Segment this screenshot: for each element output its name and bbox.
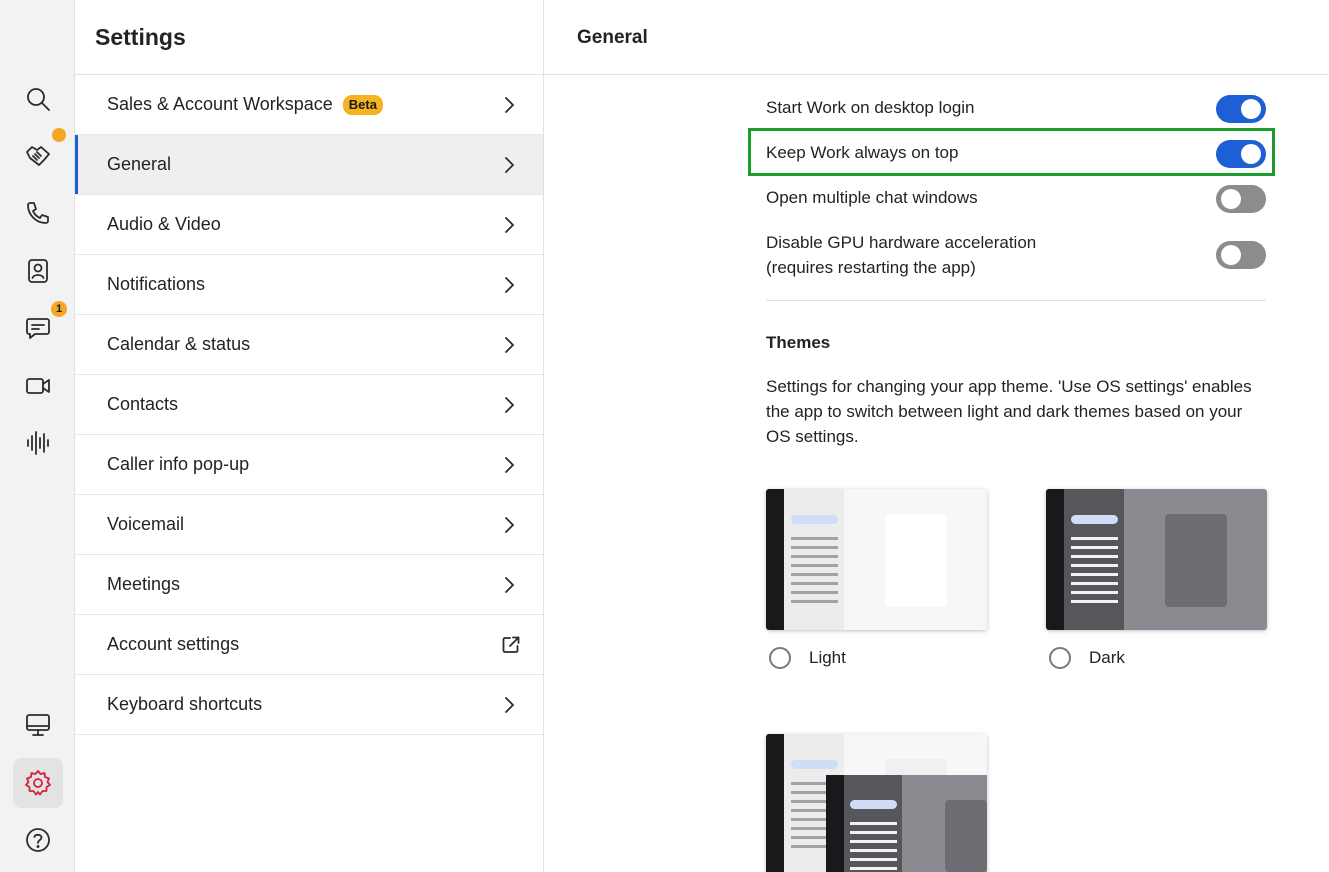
chat-unread-badge: 1 — [49, 299, 69, 319]
start-on-login-toggle[interactable] — [1216, 95, 1266, 123]
dark-theme-illustration — [1046, 489, 1267, 630]
nav-item-meetings[interactable]: Meetings — [75, 555, 543, 615]
dark-theme-radio[interactable] — [1049, 647, 1071, 669]
option-label: Start Work on desktop login — [766, 98, 975, 117]
app-rail: 1 — [0, 0, 75, 872]
light-theme-preview[interactable] — [766, 489, 987, 630]
desktop-button[interactable] — [13, 700, 63, 750]
settings-button[interactable] — [13, 758, 63, 808]
nav-item-caller-info-popup[interactable]: Caller info pop-up — [75, 435, 543, 495]
nav-item-contacts[interactable]: Contacts — [75, 375, 543, 435]
nav-item-voicemail[interactable]: Voicemail — [75, 495, 543, 555]
dark-theme-preview[interactable] — [1046, 489, 1267, 630]
os-theme-illustration — [766, 734, 987, 872]
option-sublabel: (requires restarting the app) — [766, 258, 976, 277]
always-on-top-toggle[interactable] — [1216, 140, 1266, 168]
nav-item-label: Keyboard shortcuts — [107, 694, 263, 714]
dark-theme-option[interactable]: Dark — [1049, 647, 1125, 669]
toggle-knob — [1241, 144, 1261, 164]
nav-item-label: Sales & Account Workspace — [107, 94, 333, 114]
main-header-divider — [544, 74, 1329, 75]
themes-description: Settings for changing your app theme. 'U… — [766, 377, 1252, 446]
settings-nav-list: Sales & Account Workspace Beta General A… — [75, 75, 543, 735]
chevron-right-icon — [499, 455, 519, 475]
phone-icon — [27, 202, 49, 224]
chevron-right-icon — [499, 395, 519, 415]
page-title: General — [577, 27, 648, 48]
section-divider — [766, 300, 1266, 301]
option-label: Disable GPU hardware acceleration — [766, 233, 1037, 252]
chevron-right-icon — [499, 335, 519, 355]
option-label: Keep Work always on top — [766, 143, 959, 162]
handshake-icon — [26, 146, 50, 166]
nav-item-calendar-status[interactable]: Calendar & status — [75, 315, 543, 375]
gear-icon — [25, 770, 51, 796]
nav-item-audio-video[interactable]: Audio & Video — [75, 195, 543, 255]
nav-item-label: Voicemail — [107, 514, 185, 534]
chevron-right-icon — [499, 215, 519, 235]
toggle-knob — [1221, 245, 1241, 265]
voice-button[interactable] — [13, 418, 63, 468]
light-theme-option[interactable]: Light — [769, 647, 846, 669]
contacts-book-icon — [28, 259, 48, 283]
search-button[interactable] — [13, 74, 63, 124]
nav-item-label: Caller info pop-up — [107, 454, 250, 474]
settings-nav-panel: Settings Sales & Account Workspace Beta … — [75, 0, 544, 872]
nav-item-label: Audio & Video — [107, 214, 221, 234]
option-label: Open multiple chat windows — [766, 188, 978, 207]
chevron-right-icon — [499, 95, 519, 115]
light-theme-label: Light — [809, 648, 846, 667]
disable-gpu-toggle[interactable] — [1216, 241, 1266, 269]
option-disable-gpu: Disable GPU hardware acceleration (requi… — [766, 230, 1266, 282]
themes-heading: Themes — [766, 333, 831, 352]
general-settings-panel: General Start Work on desktop login Keep… — [544, 0, 1329, 872]
help-button[interactable] — [13, 815, 63, 865]
notification-dot-badge — [50, 126, 68, 144]
chevron-right-icon — [499, 155, 519, 175]
monitor-icon — [26, 714, 50, 736]
nav-item-general[interactable]: General — [75, 135, 543, 195]
nav-item-keyboard-shortcuts[interactable]: Keyboard shortcuts — [75, 675, 543, 735]
chevron-right-icon — [499, 575, 519, 595]
external-link-icon — [501, 635, 521, 655]
nav-item-label: Account settings — [107, 634, 240, 654]
beta-badge: Beta — [342, 94, 383, 115]
toggle-knob — [1221, 189, 1241, 209]
multiple-chat-windows-toggle[interactable] — [1216, 185, 1266, 213]
chevron-right-icon — [499, 275, 519, 295]
nav-item-label: Meetings — [107, 574, 181, 594]
chevron-right-icon — [499, 695, 519, 715]
dark-theme-label: Dark — [1089, 648, 1125, 667]
voice-waveform-icon — [27, 431, 49, 455]
search-icon — [27, 88, 50, 111]
nav-item-label: Calendar & status — [107, 334, 251, 354]
chevron-right-icon — [499, 515, 519, 535]
toggle-knob — [1241, 99, 1261, 119]
settings-title: Settings — [95, 24, 186, 50]
nav-item-label: Contacts — [107, 394, 179, 414]
chat-icon — [26, 318, 50, 339]
video-icon — [26, 378, 50, 394]
nav-item-sales-account-workspace[interactable]: Sales & Account Workspace Beta — [75, 75, 543, 135]
os-theme-preview[interactable] — [766, 734, 987, 872]
phone-button[interactable] — [13, 188, 63, 238]
nav-item-notifications[interactable]: Notifications — [75, 255, 543, 315]
option-always-on-top: Keep Work always on top — [766, 140, 1266, 168]
nav-item-label: Notifications — [107, 274, 206, 294]
nav-item-label: General — [107, 154, 172, 174]
video-button[interactable] — [13, 361, 63, 411]
light-theme-illustration — [766, 489, 987, 630]
option-start-on-login: Start Work on desktop login — [766, 95, 1266, 123]
nav-item-account-settings[interactable]: Account settings — [75, 615, 543, 675]
contacts-button[interactable] — [13, 246, 63, 296]
light-theme-radio[interactable] — [769, 647, 791, 669]
option-multiple-chat-windows: Open multiple chat windows — [766, 185, 1266, 213]
help-icon — [26, 828, 50, 852]
